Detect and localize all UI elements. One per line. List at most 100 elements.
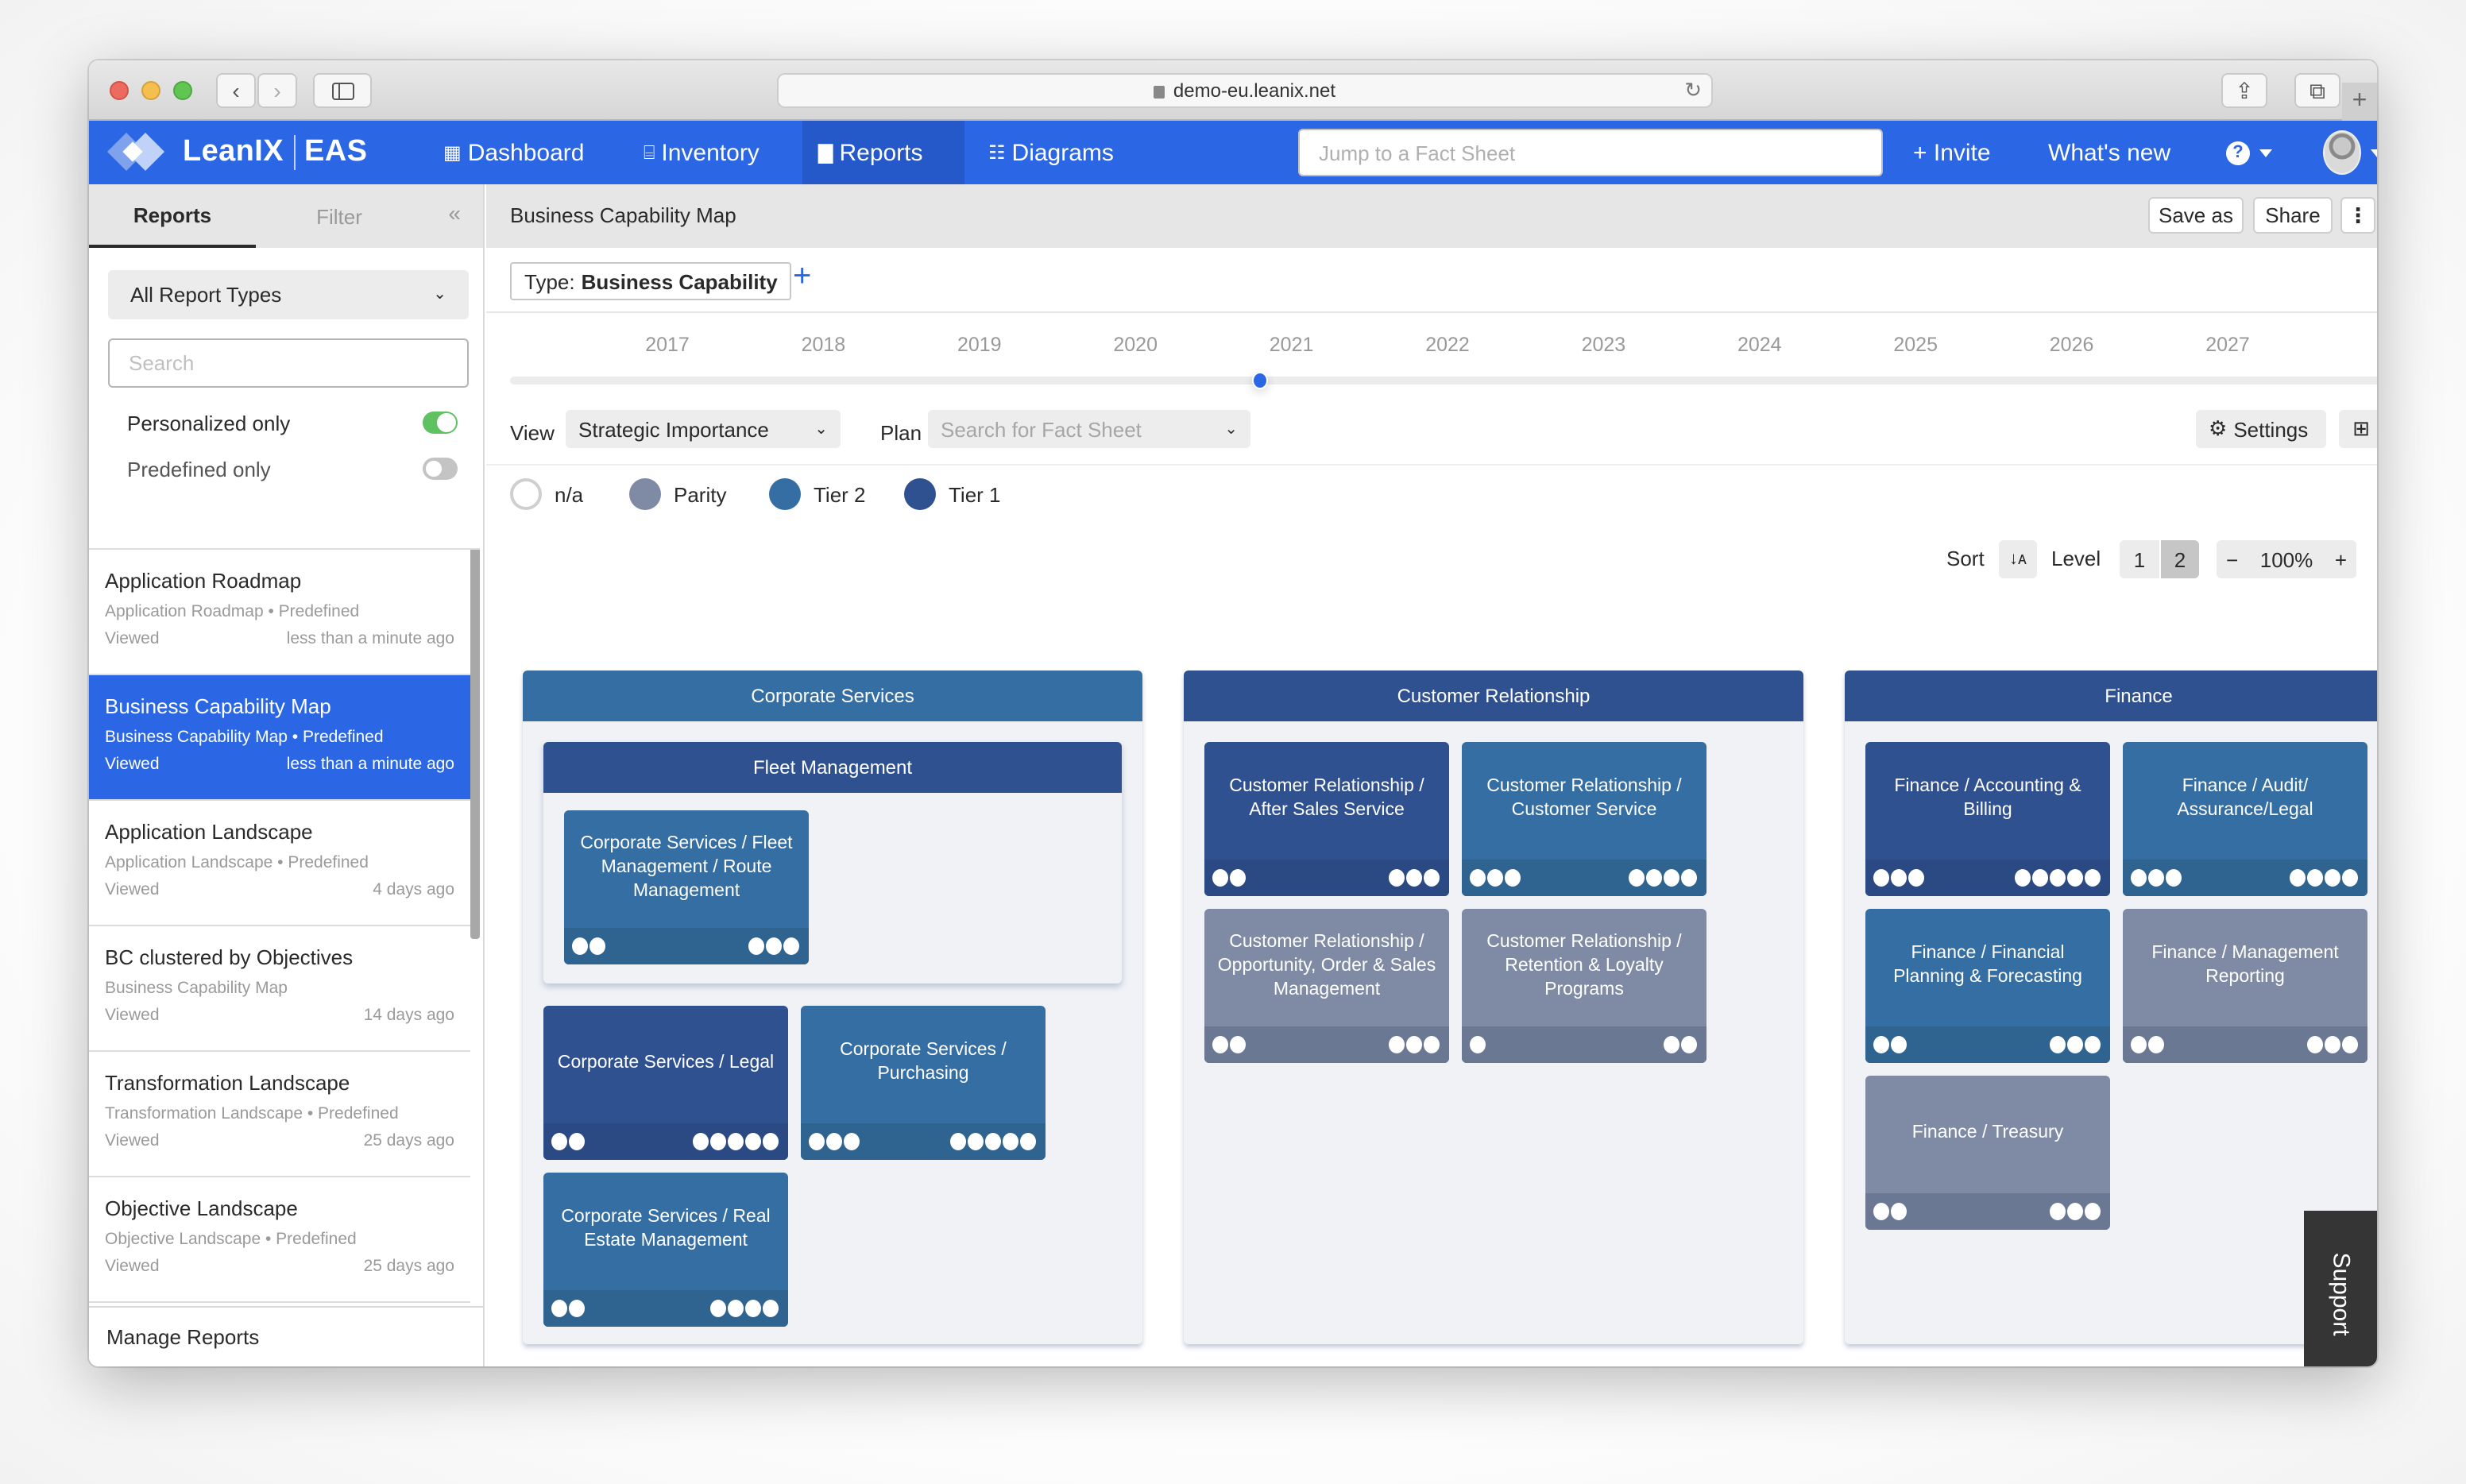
report-list-scrollbar[interactable]: [470, 550, 480, 939]
leanix-logo[interactable]: LeanIX EAS: [106, 132, 367, 173]
legend-item-parity: Parity: [629, 478, 726, 510]
sidebar-toggle-button[interactable]: [313, 73, 372, 108]
maximize-window-button[interactable]: [173, 81, 192, 100]
indicator-dot: [844, 1133, 860, 1150]
capability-footer: [1865, 860, 2110, 896]
timeline-year: 2021: [1269, 334, 1314, 356]
legend-label: n/a: [555, 482, 584, 506]
timeline-slider[interactable]: 2017 2018 2019 2020 2021 2022 2023 2024 2025 2026…: [486, 313, 2377, 402]
capability-tile[interactable]: Customer Relationship / Opportunity, Ord…: [1204, 909, 1449, 1063]
forward-button[interactable]: ›: [257, 73, 297, 108]
capability-tile[interactable]: Customer Relationship / After Sales Serv…: [1204, 742, 1449, 896]
indicator-dot: [783, 937, 799, 955]
search-placeholder: Search: [129, 351, 195, 375]
report-item[interactable]: Application Landscape Application Landsc…: [89, 801, 470, 926]
capability-tile[interactable]: Corporate Services / Purchasing: [801, 1006, 1046, 1160]
indicator-dot: [728, 1133, 744, 1150]
tab-filter[interactable]: Filter: [272, 184, 407, 248]
capability-tile[interactable]: Finance / Treasury: [1865, 1076, 2110, 1230]
indicator-dot: [763, 1133, 779, 1150]
level-1-button[interactable]: 1: [2120, 540, 2159, 578]
indicator-dot: [710, 1133, 726, 1150]
report-item-active[interactable]: Business Capability Map Business Capabil…: [89, 675, 470, 801]
new-tab-button[interactable]: +: [2342, 83, 2377, 121]
indicator-dot: [2085, 869, 2101, 887]
fact-sheet-search-input[interactable]: Jump to a Fact Sheet: [1298, 129, 1883, 176]
top-nav: LeanIX EAS ▦ Dashboard ⌸ Inventory ▇ Rep…: [89, 121, 2377, 184]
capability-tile[interactable]: Finance / Accounting & Billing: [1865, 742, 2110, 896]
level-2-button[interactable]: 2: [2161, 540, 2199, 578]
report-type-select[interactable]: All Report Types ⌄: [108, 270, 469, 319]
settings-button[interactable]: ⚙ Settings: [2196, 410, 2326, 448]
capability-tile[interactable]: Finance / Audit/ Assurance/Legal: [2123, 742, 2367, 896]
domain-header[interactable]: Corporate Services: [523, 671, 1142, 721]
domain-header[interactable]: Finance: [1845, 671, 2377, 721]
indicator-dot: [2050, 869, 2066, 887]
domain-header[interactable]: Customer Relationship: [1184, 671, 1803, 721]
nav-dashboard[interactable]: ▦ Dashboard: [427, 121, 600, 184]
timeline-track[interactable]: [510, 377, 2377, 385]
add-filter-button[interactable]: +: [793, 259, 811, 296]
share-button[interactable]: Share: [2253, 197, 2333, 234]
indicator-dot: [1664, 1036, 1679, 1053]
plan-select[interactable]: Search for Fact Sheet ⌄: [928, 410, 1250, 448]
back-button[interactable]: ‹: [216, 73, 256, 108]
report-search-input[interactable]: Search: [108, 338, 469, 388]
report-subtitle: Objective Landscape • Predefined: [105, 1230, 357, 1249]
capability-label: Corporate Services / Purchasing: [840, 1041, 1007, 1084]
right-indicator-dots: [1664, 1036, 1699, 1053]
nav-inventory[interactable]: ⌸ Inventory: [628, 121, 775, 184]
zoom-in-button[interactable]: +: [2335, 547, 2347, 571]
capability-tile[interactable]: Customer Relationship / Retention & Loya…: [1462, 909, 1706, 1063]
indicator-dot: [2067, 1203, 2083, 1220]
user-menu[interactable]: [2323, 121, 2377, 184]
legend-item-na: n/a: [510, 478, 583, 510]
report-item[interactable]: Transformation Landscape Transformation …: [89, 1052, 470, 1177]
capability-tile[interactable]: Finance / Financial Planning & Forecasti…: [1865, 909, 2110, 1063]
type-filter-chip[interactable]: Type: Business Capability: [510, 262, 792, 300]
manage-reports-link[interactable]: Manage Reports: [89, 1306, 483, 1366]
save-as-button[interactable]: Save as: [2148, 197, 2244, 234]
more-options-button[interactable]: ⋮: [2340, 197, 2375, 234]
capability-tile[interactable]: Corporate Services / Real Estate Managem…: [543, 1173, 788, 1327]
report-item[interactable]: Application Roadmap Application Roadmap …: [89, 550, 470, 675]
support-tab[interactable]: Support: [2304, 1211, 2377, 1366]
nav-reports[interactable]: ▇ Reports: [802, 121, 964, 184]
minimize-window-button[interactable]: [141, 81, 160, 100]
zoom-out-button[interactable]: −: [2226, 547, 2238, 571]
indicator-dot: [1424, 1036, 1440, 1053]
timeline-thumb[interactable]: [1252, 372, 1269, 389]
indicator-dot: [2307, 869, 2323, 887]
capability-label: Customer Relationship / Retention & Loya…: [1486, 932, 1682, 999]
bar-chart-icon: ▇: [818, 141, 833, 164]
group-header[interactable]: Fleet Management: [543, 742, 1122, 793]
reload-icon[interactable]: ↻: [1684, 78, 1702, 103]
close-window-button[interactable]: [110, 81, 129, 100]
personalized-only-toggle[interactable]: [423, 412, 458, 434]
address-bar[interactable]: demo-eu.leanix.net ↻: [777, 73, 1713, 108]
view-select[interactable]: Strategic Importance ⌄: [566, 410, 841, 448]
invite-button[interactable]: + Invite: [1913, 121, 1991, 184]
nav-diagrams[interactable]: ☷ Diagrams: [972, 121, 1130, 184]
report-type-value: All Report Types: [130, 283, 282, 307]
capability-label: Finance / Audit/ Assurance/Legal: [2177, 777, 2313, 820]
tab-reports[interactable]: Reports: [89, 184, 256, 248]
viewed-label: Viewed: [105, 755, 160, 774]
tabs-overview-button[interactable]: ⧉: [2294, 73, 2340, 108]
capability-tile[interactable]: Customer Relationship / Customer Service: [1462, 742, 1706, 896]
capability-tile[interactable]: Corporate Services / Fleet Management / …: [564, 810, 809, 964]
whats-new-button[interactable]: What's new: [2048, 121, 2170, 184]
sort-button[interactable]: ↓ᴀ: [1999, 540, 2037, 578]
capability-tile[interactable]: Finance / Management Reporting: [2123, 909, 2367, 1063]
table-view-button[interactable]: ⊞: [2339, 410, 2377, 448]
share-page-button[interactable]: ⇪: [2221, 73, 2267, 108]
collapse-sidebar-icon[interactable]: «: [448, 200, 461, 226]
report-item[interactable]: BC clustered by Objectives Business Capa…: [89, 926, 470, 1052]
predefined-only-toggle[interactable]: [423, 458, 458, 480]
capability-tile[interactable]: Corporate Services / Legal: [543, 1006, 788, 1160]
capability-label: Corporate Services / Real Estate Managem…: [561, 1208, 771, 1250]
help-menu[interactable]: ?: [2226, 121, 2272, 184]
viewed-time: 25 days ago: [363, 1131, 454, 1150]
report-item[interactable]: Objective Landscape Objective Landscape …: [89, 1177, 470, 1303]
capability-label: Corporate Services / Fleet Management / …: [580, 833, 793, 900]
